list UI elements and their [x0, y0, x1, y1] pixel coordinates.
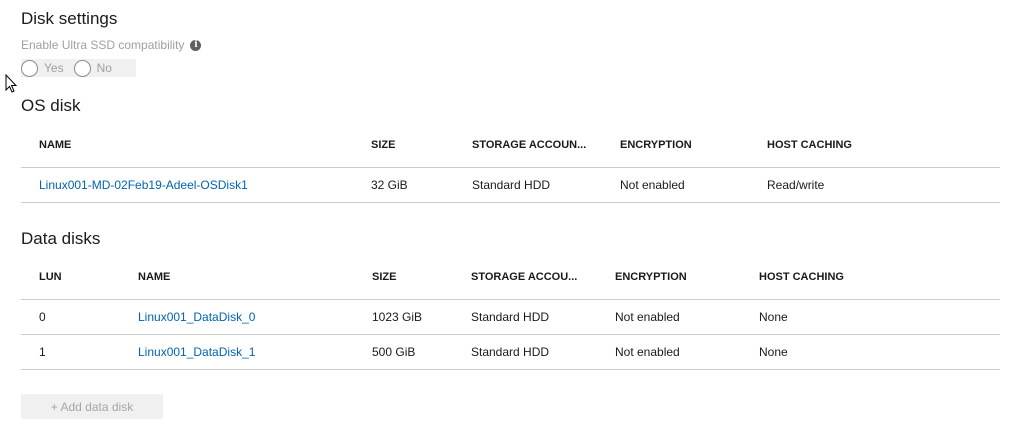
radio-circle-icon[interactable]: [73, 59, 91, 77]
mouse-cursor-icon: [5, 74, 18, 93]
cell-storage: Standard HDD: [453, 334, 597, 370]
column-header-encryption[interactable]: ENCRYPTION: [602, 122, 749, 168]
radio-option-yes[interactable]: Yes: [21, 59, 64, 77]
os-disk-name-link[interactable]: Linux001-MD-02Feb19-Adeel-OSDisk1: [39, 178, 248, 192]
cell-encryption: Not enabled: [597, 334, 741, 370]
data-disk-name-link[interactable]: Linux001_DataDisk_1: [138, 345, 255, 359]
info-icon[interactable]: i: [190, 39, 202, 51]
data-disks-title: Data disks: [21, 229, 101, 248]
cell-name: Linux001_DataDisk_0: [120, 299, 354, 335]
column-header-name[interactable]: NAME: [21, 122, 353, 168]
cell-encryption: Not enabled: [597, 299, 741, 335]
table-header-row: LUN NAME SIZE STORAGE ACCOU... ENCRYPTIO…: [21, 254, 1000, 300]
column-header-storage-account[interactable]: STORAGE ACCOUN...: [454, 122, 602, 168]
data-disk-name-link[interactable]: Linux001_DataDisk_0: [138, 310, 255, 324]
cell-name: Linux001-MD-02Feb19-Adeel-OSDisk1: [21, 167, 353, 203]
table-row[interactable]: 1 Linux001_DataDisk_1 500 GiB Standard H…: [21, 334, 1000, 370]
column-header-storage-account[interactable]: STORAGE ACCOU...: [453, 254, 597, 300]
cell-name: Linux001_DataDisk_1: [120, 334, 354, 370]
add-data-disk-button[interactable]: + Add data disk: [21, 394, 163, 419]
cell-host-caching: None: [741, 334, 1000, 370]
data-disks-table: LUN NAME SIZE STORAGE ACCOU... ENCRYPTIO…: [21, 254, 1000, 370]
cell-storage: Standard HDD: [453, 299, 597, 335]
ultra-ssd-label: Enable Ultra SSD compatibility: [21, 38, 185, 52]
radio-label-no: No: [96, 61, 112, 75]
column-header-host-caching[interactable]: HOST CACHING: [741, 254, 1000, 300]
cell-host-caching: Read/write: [749, 167, 1000, 203]
column-header-encryption[interactable]: ENCRYPTION: [597, 254, 741, 300]
table-row[interactable]: 0 Linux001_DataDisk_0 1023 GiB Standard …: [21, 299, 1000, 335]
column-header-host-caching[interactable]: HOST CACHING: [749, 122, 1000, 168]
os-disk-title: OS disk: [21, 96, 81, 115]
cell-encryption: Not enabled: [602, 167, 749, 203]
column-header-name[interactable]: NAME: [120, 254, 354, 300]
radio-label-yes: Yes: [44, 61, 64, 75]
ultra-ssd-row: Enable Ultra SSD compatibility i: [21, 38, 202, 52]
table-header-row: NAME SIZE STORAGE ACCOUN... ENCRYPTION H…: [21, 122, 1000, 168]
disk-settings-title: Disk settings: [21, 9, 118, 28]
cell-lun: 1: [21, 334, 120, 370]
cell-storage: Standard HDD: [454, 167, 602, 203]
ultra-ssd-radio-group: Yes No: [21, 59, 136, 77]
cell-size: 1023 GiB: [354, 299, 453, 335]
radio-option-no[interactable]: No: [73, 59, 112, 77]
cell-lun: 0: [21, 299, 120, 335]
column-header-lun[interactable]: LUN: [21, 254, 120, 300]
os-disk-table: NAME SIZE STORAGE ACCOUN... ENCRYPTION H…: [21, 122, 1000, 203]
cell-size: 500 GiB: [354, 334, 453, 370]
column-header-size[interactable]: SIZE: [354, 254, 453, 300]
column-header-size[interactable]: SIZE: [353, 122, 454, 168]
radio-circle-icon[interactable]: [21, 59, 38, 77]
cell-host-caching: None: [741, 299, 1000, 335]
table-row[interactable]: Linux001-MD-02Feb19-Adeel-OSDisk1 32 GiB…: [21, 167, 1000, 203]
cell-size: 32 GiB: [353, 167, 454, 203]
